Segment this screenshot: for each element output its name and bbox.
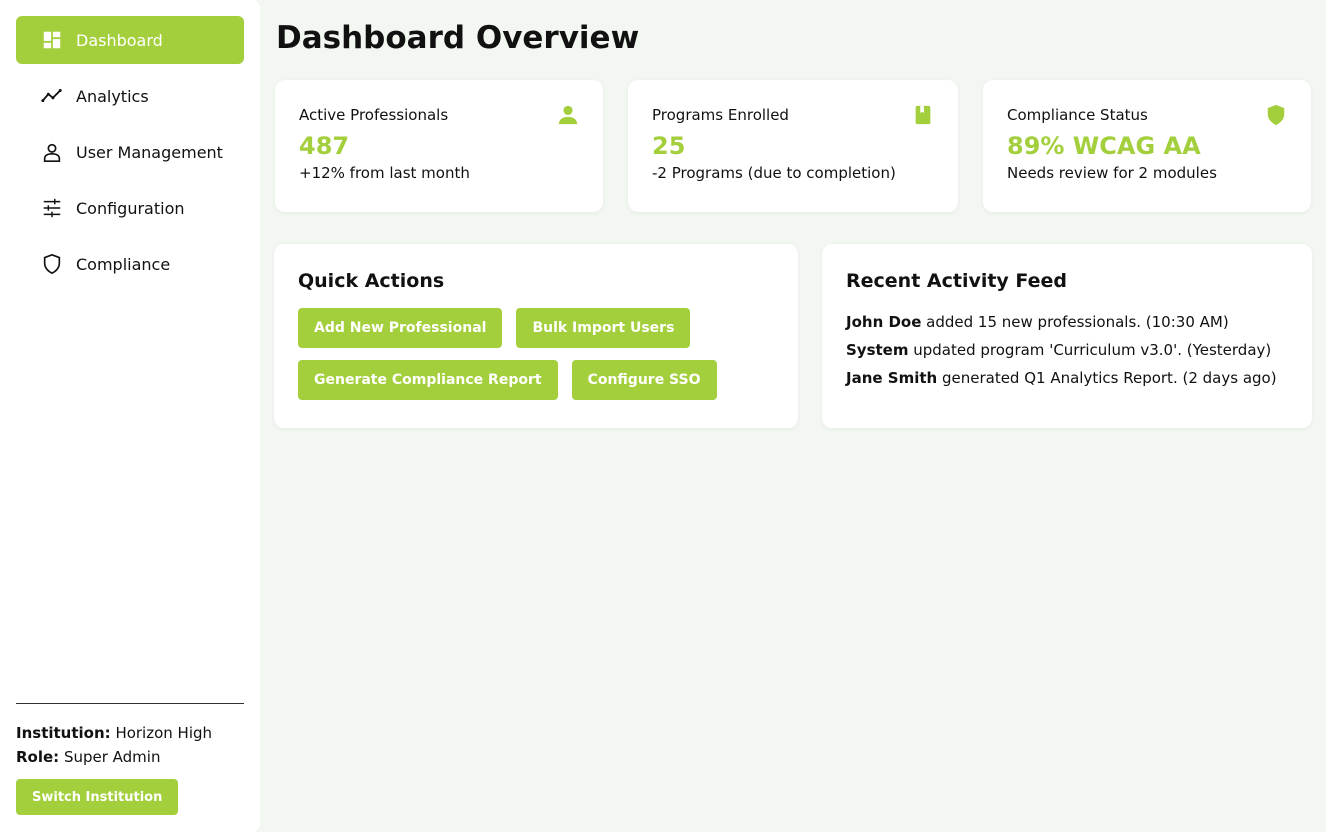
dashboard-icon [40,28,64,52]
activity-item: John Doe added 15 new professionals. (10… [846,308,1288,336]
shield-icon [40,252,64,276]
activity-actor: System [846,341,909,359]
sidebar-item-configuration[interactable]: Configuration [16,184,244,232]
generate-compliance-report-button[interactable]: Generate Compliance Report [298,360,558,400]
sidebar: Dashboard Analytics User Management Conf… [0,0,260,832]
book-icon [912,104,934,126]
trending-icon [40,84,64,108]
stat-card-programs-enrolled: Programs Enrolled 25 -2 Programs (due to… [628,80,958,212]
sidebar-item-user-management[interactable]: User Management [16,128,244,176]
activity-actor: John Doe [846,313,922,331]
sliders-icon [40,196,64,220]
role-label: Role: [16,748,60,766]
shield-icon [1265,104,1287,126]
configure-sso-button[interactable]: Configure SSO [571,360,717,400]
stat-label: Compliance Status [1007,106,1148,124]
sidebar-nav: Dashboard Analytics User Management Conf… [16,16,244,296]
institution-label: Institution: [16,724,111,742]
sidebar-item-label: Compliance [76,254,171,274]
stat-label: Programs Enrolled [652,106,789,124]
stat-subtext: Needs review for 2 modules [1007,164,1217,182]
institution-value: Horizon High [115,724,213,742]
stat-value: 487 [299,132,350,160]
stat-subtext: -2 Programs (due to completion) [652,164,896,182]
activity-item: System updated program 'Curriculum v3.0'… [846,336,1288,364]
recent-activity-title: Recent Activity Feed [846,270,1068,292]
activity-actor: Jane Smith [846,369,938,387]
activity-text: updated program 'Curriculum v3.0'. (Yest… [908,341,1272,359]
stat-card-compliance-status: Compliance Status 89% WCAG AA Needs revi… [983,80,1311,212]
sidebar-item-label: Configuration [76,198,185,218]
stat-subtext: +12% from last month [299,164,470,182]
page-title: Dashboard Overview [276,20,640,56]
bulk-import-users-button[interactable]: Bulk Import Users [516,308,691,348]
quick-actions-title: Quick Actions [298,270,445,292]
quick-actions-buttons: Add New Professional Bulk Import Users G… [298,308,774,400]
stat-value: 25 [652,132,686,160]
add-new-professional-button[interactable]: Add New Professional [298,308,503,348]
stat-label: Active Professionals [299,106,449,124]
user-icon [40,140,64,164]
role-info: Role: Super Admin [16,745,244,769]
sidebar-item-label: User Management [76,142,223,162]
sidebar-item-label: Dashboard [76,30,163,50]
activity-list: John Doe added 15 new professionals. (10… [846,308,1288,392]
institution-info: Institution: Horizon High [16,721,244,745]
activity-item: Jane Smith generated Q1 Analytics Report… [846,364,1288,392]
sidebar-item-label: Analytics [76,86,149,106]
activity-text: added 15 new professionals. (10:30 AM) [921,313,1229,331]
stat-card-active-professionals: Active Professionals 487 +12% from last … [275,80,603,212]
sidebar-footer: Institution: Horizon High Role: Super Ad… [16,703,244,815]
person-icon [557,104,579,126]
sidebar-item-analytics[interactable]: Analytics [16,72,244,120]
activity-text: generated Q1 Analytics Report. (2 days a… [937,369,1277,387]
stat-value: 89% WCAG AA [1007,132,1201,160]
role-value: Super Admin [63,748,161,766]
recent-activity-card: Recent Activity Feed John Doe added 15 n… [822,244,1312,428]
switch-institution-button[interactable]: Switch Institution [16,779,179,815]
sidebar-item-compliance[interactable]: Compliance [16,240,244,288]
sidebar-item-dashboard[interactable]: Dashboard [16,16,244,64]
quick-actions-card: Quick Actions Add New Professional Bulk … [274,244,798,428]
